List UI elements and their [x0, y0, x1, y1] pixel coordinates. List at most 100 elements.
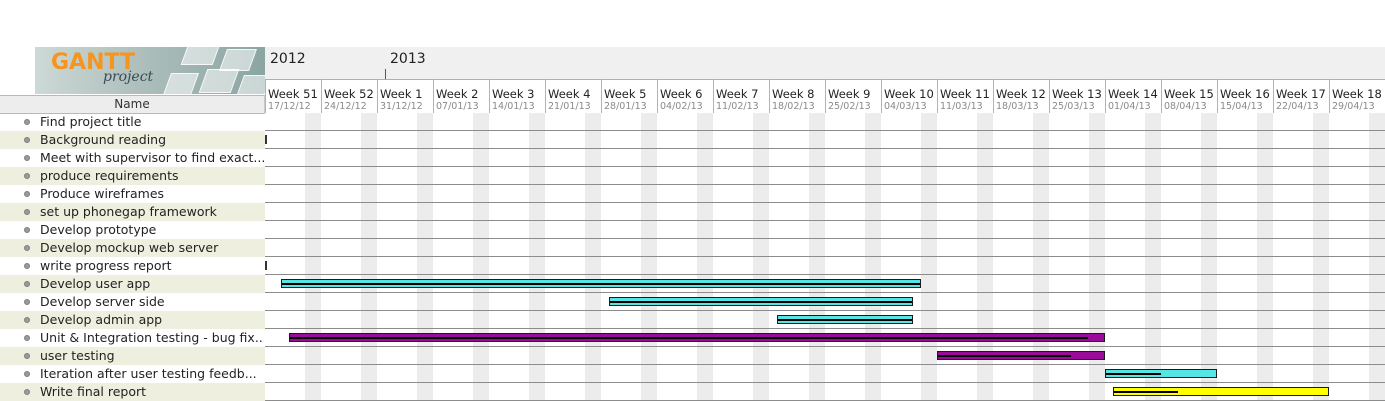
row-gridline — [265, 148, 1385, 149]
weekend-shading — [1369, 113, 1385, 401]
row-gridline — [265, 310, 1385, 311]
week-number: Week 13 — [1052, 87, 1102, 101]
week-header-cell: Week 3 14/01/13 — [489, 79, 545, 113]
task-bar[interactable] — [777, 315, 913, 324]
task-bullet-icon — [24, 389, 30, 395]
task-name[interactable]: user testing — [40, 348, 264, 364]
task-row[interactable]: set up phonegap framework — [0, 203, 265, 221]
week-header-cell: Week 9 25/02/13 — [825, 79, 881, 113]
task-name[interactable]: Develop prototype — [40, 222, 264, 238]
task-bullet-icon — [24, 335, 30, 341]
task-name[interactable]: Develop mockup web server — [40, 240, 264, 256]
task-bar[interactable] — [281, 279, 921, 288]
week-header-cell: Week 4 21/01/13 — [545, 79, 601, 113]
week-number: Week 51 — [268, 87, 318, 101]
task-row[interactable]: Background reading — [0, 131, 265, 149]
task-row[interactable]: Develop server side — [0, 293, 265, 311]
task-name[interactable]: produce requirements — [40, 168, 264, 184]
task-progress-line — [778, 319, 912, 321]
task-row[interactable]: Find project title — [0, 113, 265, 131]
week-header-cell: Week 52 24/12/12 — [321, 79, 377, 113]
week-number: Week 18 — [1332, 87, 1382, 101]
row-gridline — [265, 220, 1385, 221]
task-bar-marker[interactable] — [265, 135, 267, 144]
task-row[interactable]: produce requirements — [0, 167, 265, 185]
week-number: Week 7 — [716, 87, 759, 101]
row-gridline — [265, 382, 1385, 383]
gantt-chart-area[interactable] — [265, 113, 1385, 401]
row-gridline — [265, 238, 1385, 239]
week-start-date: 11/02/13 — [716, 101, 759, 112]
week-start-date: 29/04/13 — [1332, 101, 1375, 112]
task-name[interactable]: Meet with supervisor to find exact... — [40, 150, 264, 166]
task-bullet-icon — [24, 245, 30, 251]
task-row[interactable]: write progress report — [0, 257, 265, 275]
name-column-header[interactable]: Name — [0, 95, 265, 114]
task-bullet-icon — [24, 281, 30, 287]
task-bullet-icon — [24, 209, 30, 215]
week-header-cell: Week 1 31/12/12 — [377, 79, 433, 113]
weekend-shading — [529, 113, 545, 401]
task-bar[interactable] — [289, 333, 1105, 342]
task-bullet-icon — [24, 317, 30, 323]
weekend-shading — [865, 113, 881, 401]
task-row[interactable]: Unit & Integration testing - bug fix... — [0, 329, 265, 347]
task-row[interactable]: Meet with supervisor to find exact... — [0, 149, 265, 167]
week-number: Week 15 — [1164, 87, 1214, 101]
week-start-date: 24/12/12 — [324, 101, 367, 112]
task-progress-line — [1114, 391, 1179, 393]
row-gridline — [265, 202, 1385, 203]
ganttproject-logo: GANTT project — [35, 47, 265, 94]
weekend-shading — [753, 113, 769, 401]
week-header-cell: Week 8 18/02/13 — [769, 79, 825, 113]
task-name[interactable]: Iteration after user testing feedb... — [40, 366, 264, 382]
task-bar[interactable] — [937, 351, 1105, 360]
task-row[interactable]: user testing — [0, 347, 265, 365]
week-number: Week 3 — [492, 87, 535, 101]
week-header-cell: Week 18 29/04/13 — [1329, 79, 1385, 113]
task-name[interactable]: Develop server side — [40, 294, 264, 310]
week-header-cell: Week 7 11/02/13 — [713, 79, 769, 113]
weekend-shading — [809, 113, 825, 401]
task-name[interactable]: Develop user app — [40, 276, 264, 292]
task-bar[interactable] — [1105, 369, 1217, 378]
task-name[interactable]: write progress report — [40, 258, 264, 274]
task-row[interactable]: Develop mockup web server — [0, 239, 265, 257]
task-name[interactable]: set up phonegap framework — [40, 204, 264, 220]
week-header-cell: Week 16 15/04/13 — [1217, 79, 1273, 113]
week-number: Week 10 — [884, 87, 934, 101]
week-header-cell: Week 51 17/12/12 — [265, 79, 321, 113]
task-row[interactable]: Produce wireframes — [0, 185, 265, 203]
task-name[interactable]: Develop admin app — [40, 312, 264, 328]
task-row[interactable]: Iteration after user testing feedb... — [0, 365, 265, 383]
task-name[interactable]: Produce wireframes — [40, 186, 264, 202]
week-number: Week 6 — [660, 87, 703, 101]
task-bar[interactable] — [1113, 387, 1329, 396]
task-bullet-icon — [24, 227, 30, 233]
row-gridline — [265, 274, 1385, 275]
row-gridline — [265, 130, 1385, 131]
task-name[interactable]: Find project title — [40, 114, 264, 130]
year-boundary-tick — [385, 69, 386, 79]
weekend-shading — [417, 113, 433, 401]
task-bullet-icon — [24, 191, 30, 197]
week-start-date: 04/03/13 — [884, 101, 927, 112]
task-row[interactable]: Write final report — [0, 383, 265, 401]
year-scale — [265, 47, 1385, 79]
task-name[interactable]: Unit & Integration testing - bug fix... — [40, 330, 264, 346]
task-row[interactable]: Develop prototype — [0, 221, 265, 239]
week-number: Week 4 — [548, 87, 591, 101]
task-bar-marker[interactable] — [265, 261, 267, 270]
week-header-cell: Week 6 04/02/13 — [657, 79, 713, 113]
week-start-date: 28/01/13 — [604, 101, 647, 112]
task-name[interactable]: Write final report — [40, 384, 264, 400]
task-name[interactable]: Background reading — [40, 132, 264, 148]
week-number: Week 9 — [828, 87, 871, 101]
task-bullet-icon — [24, 299, 30, 305]
week-number: Week 5 — [604, 87, 647, 101]
task-bar[interactable] — [609, 297, 913, 306]
row-gridline — [265, 364, 1385, 365]
task-row[interactable]: Develop admin app — [0, 311, 265, 329]
task-row[interactable]: Develop user app — [0, 275, 265, 293]
week-start-date: 31/12/12 — [380, 101, 423, 112]
